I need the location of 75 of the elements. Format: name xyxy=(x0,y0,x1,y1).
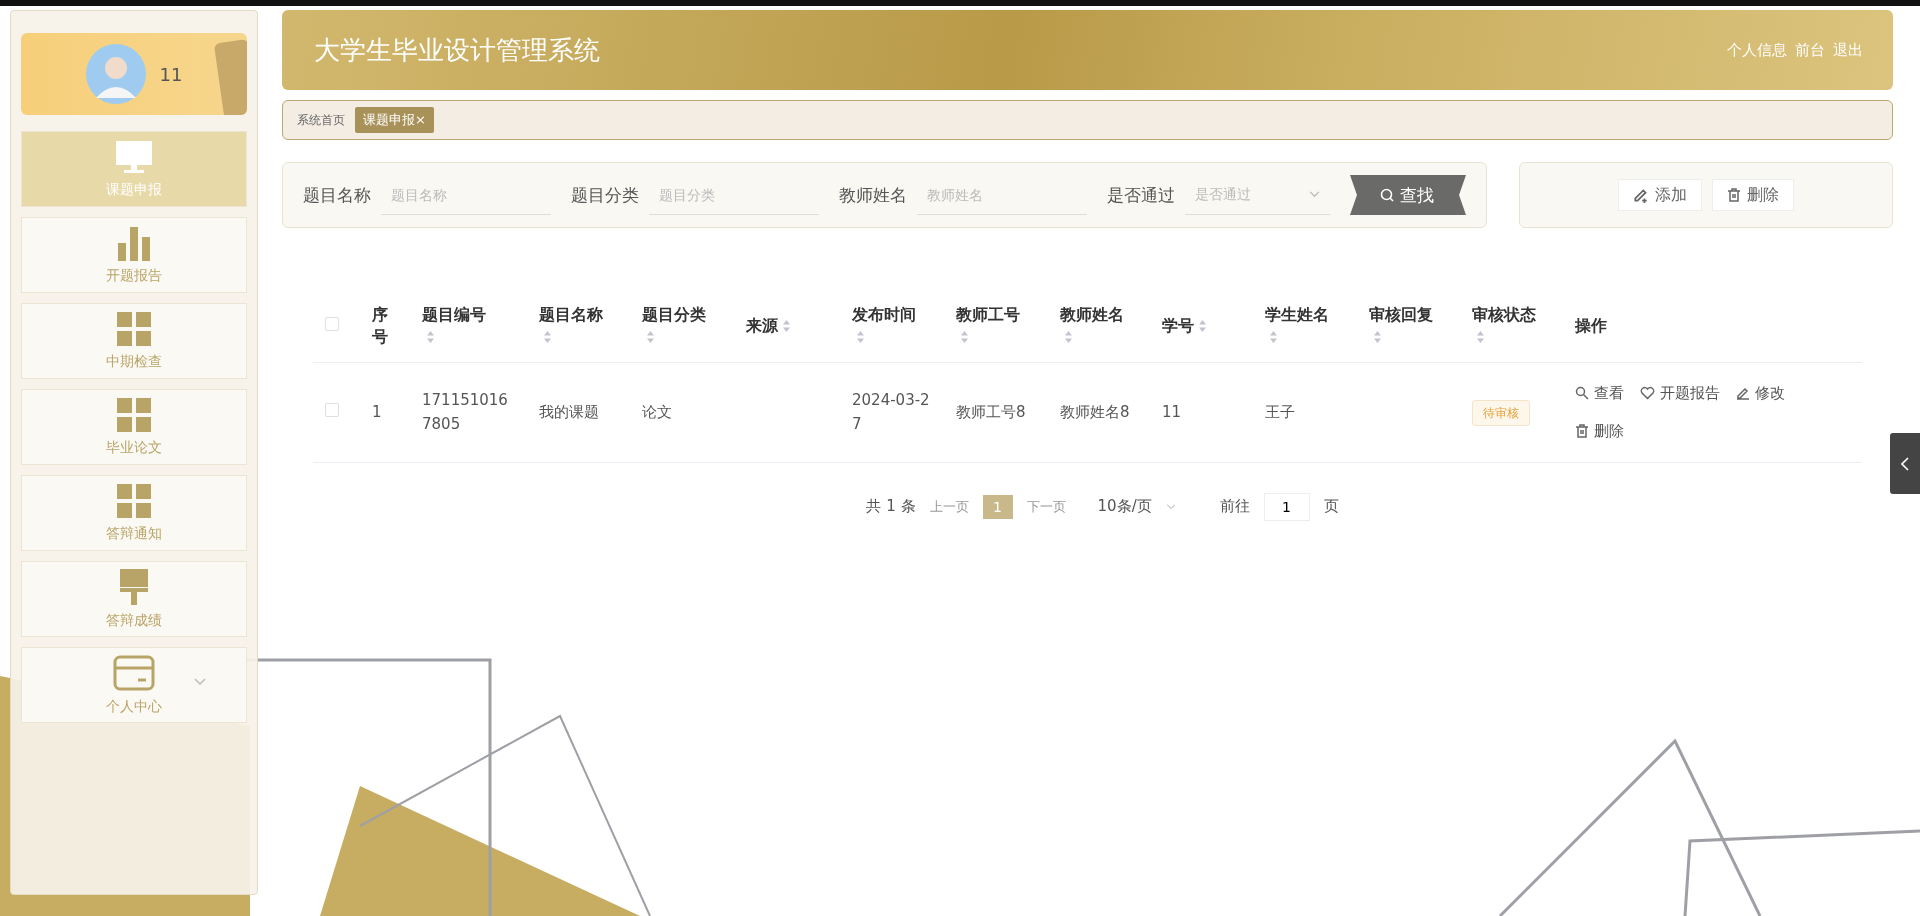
trash-icon xyxy=(1575,424,1589,438)
input-field[interactable]: 题目分类 xyxy=(649,175,819,215)
goto-label: 前往 xyxy=(1219,497,1250,516)
column-header[interactable]: 审核回复 xyxy=(1357,290,1460,362)
page-size-select[interactable]: 10条/页 xyxy=(1097,497,1188,516)
avatar xyxy=(85,44,146,104)
edit-icon xyxy=(1633,187,1649,203)
sort-icon xyxy=(1476,330,1485,345)
search-icon xyxy=(1575,386,1589,400)
chevron-left-icon xyxy=(1901,456,1909,471)
sort-icon xyxy=(1269,330,1278,345)
input-field[interactable]: 题目名称 xyxy=(381,175,551,215)
input-field[interactable]: 教师姓名 xyxy=(917,175,1087,215)
sort-icon xyxy=(1064,330,1073,345)
column-header: 序号 xyxy=(360,290,410,362)
column-header[interactable]: 学号 xyxy=(1150,290,1253,362)
column-header[interactable]: 学生姓名 xyxy=(1253,290,1357,362)
sort-icon xyxy=(646,330,655,345)
user-name: 11 xyxy=(159,63,183,85)
column-header: 操作 xyxy=(1563,290,1862,362)
edit-icon xyxy=(1736,386,1750,400)
heart-icon xyxy=(1640,386,1655,400)
table-cell: 1711510167805 xyxy=(422,391,508,433)
column-header[interactable]: 题目编号 xyxy=(410,290,527,362)
page-suffix: 页 xyxy=(1323,497,1339,516)
page-input[interactable]: 1 xyxy=(1263,492,1310,521)
sort-icon xyxy=(782,319,791,334)
view-link[interactable]: 查看 xyxy=(1575,381,1624,405)
table-cell: 2024-03-27 xyxy=(852,391,930,433)
grid-icon xyxy=(116,483,152,519)
field-label: 是否通过 xyxy=(1107,183,1175,207)
table-cell: 教师姓名8 xyxy=(1060,403,1130,421)
checkbox[interactable] xyxy=(325,403,339,417)
column-header[interactable]: 教师工号 xyxy=(944,290,1048,362)
column-header[interactable]: 题目分类 xyxy=(630,290,734,362)
table-cell: 教师工号8 xyxy=(956,403,1026,421)
column-header[interactable]: 题目名称 xyxy=(527,290,630,362)
field-label: 题目分类 xyxy=(571,183,639,207)
search-icon xyxy=(1380,188,1394,202)
table-cell: 我的课题 xyxy=(539,403,599,421)
report-link[interactable]: 开题报告 xyxy=(1640,381,1720,405)
monitor-icon xyxy=(114,139,154,175)
column-header[interactable]: 审核状态 xyxy=(1460,290,1563,362)
field-label: 题目名称 xyxy=(303,183,371,207)
sort-icon xyxy=(426,330,435,345)
delete-button[interactable]: 删除 xyxy=(1712,179,1794,211)
card-icon xyxy=(112,654,156,692)
sort-icon xyxy=(1373,330,1382,345)
table-cell: 王子 xyxy=(1265,403,1295,421)
sort-icon xyxy=(1198,319,1207,334)
sort-icon xyxy=(960,330,969,345)
chevron-icon xyxy=(1309,191,1320,198)
search-button[interactable]: 查找 xyxy=(1350,175,1466,215)
sort-icon xyxy=(543,330,552,345)
collapse-tab[interactable] xyxy=(1890,433,1920,494)
table-cell: 1 xyxy=(372,403,382,421)
delete-link[interactable]: 删除 xyxy=(1575,419,1624,443)
checkbox[interactable] xyxy=(325,317,339,332)
total-count: 共 1 条 xyxy=(866,497,916,516)
chevron-icon xyxy=(1165,503,1176,510)
grid-icon xyxy=(116,311,152,347)
column-header[interactable]: 教师姓名 xyxy=(1048,290,1150,362)
field-label: 教师姓名 xyxy=(839,183,907,207)
sort-icon xyxy=(856,330,865,345)
grid-icon xyxy=(116,397,152,433)
edit-link[interactable]: 修改 xyxy=(1736,381,1785,405)
table-cell: 11 xyxy=(1162,403,1182,421)
status-tag: 待审核 xyxy=(1472,399,1530,426)
column-header[interactable]: 发布时间 xyxy=(840,290,944,362)
column-header[interactable]: 来源 xyxy=(734,290,840,362)
trash-icon xyxy=(1727,188,1741,202)
add-button[interactable]: 添加 xyxy=(1618,179,1702,211)
breadcrumb-link[interactable]: 系统首页 xyxy=(297,111,345,129)
app-title: 大学生毕业设计管理系统 xyxy=(314,33,600,67)
table-cell: 论文 xyxy=(642,403,672,421)
